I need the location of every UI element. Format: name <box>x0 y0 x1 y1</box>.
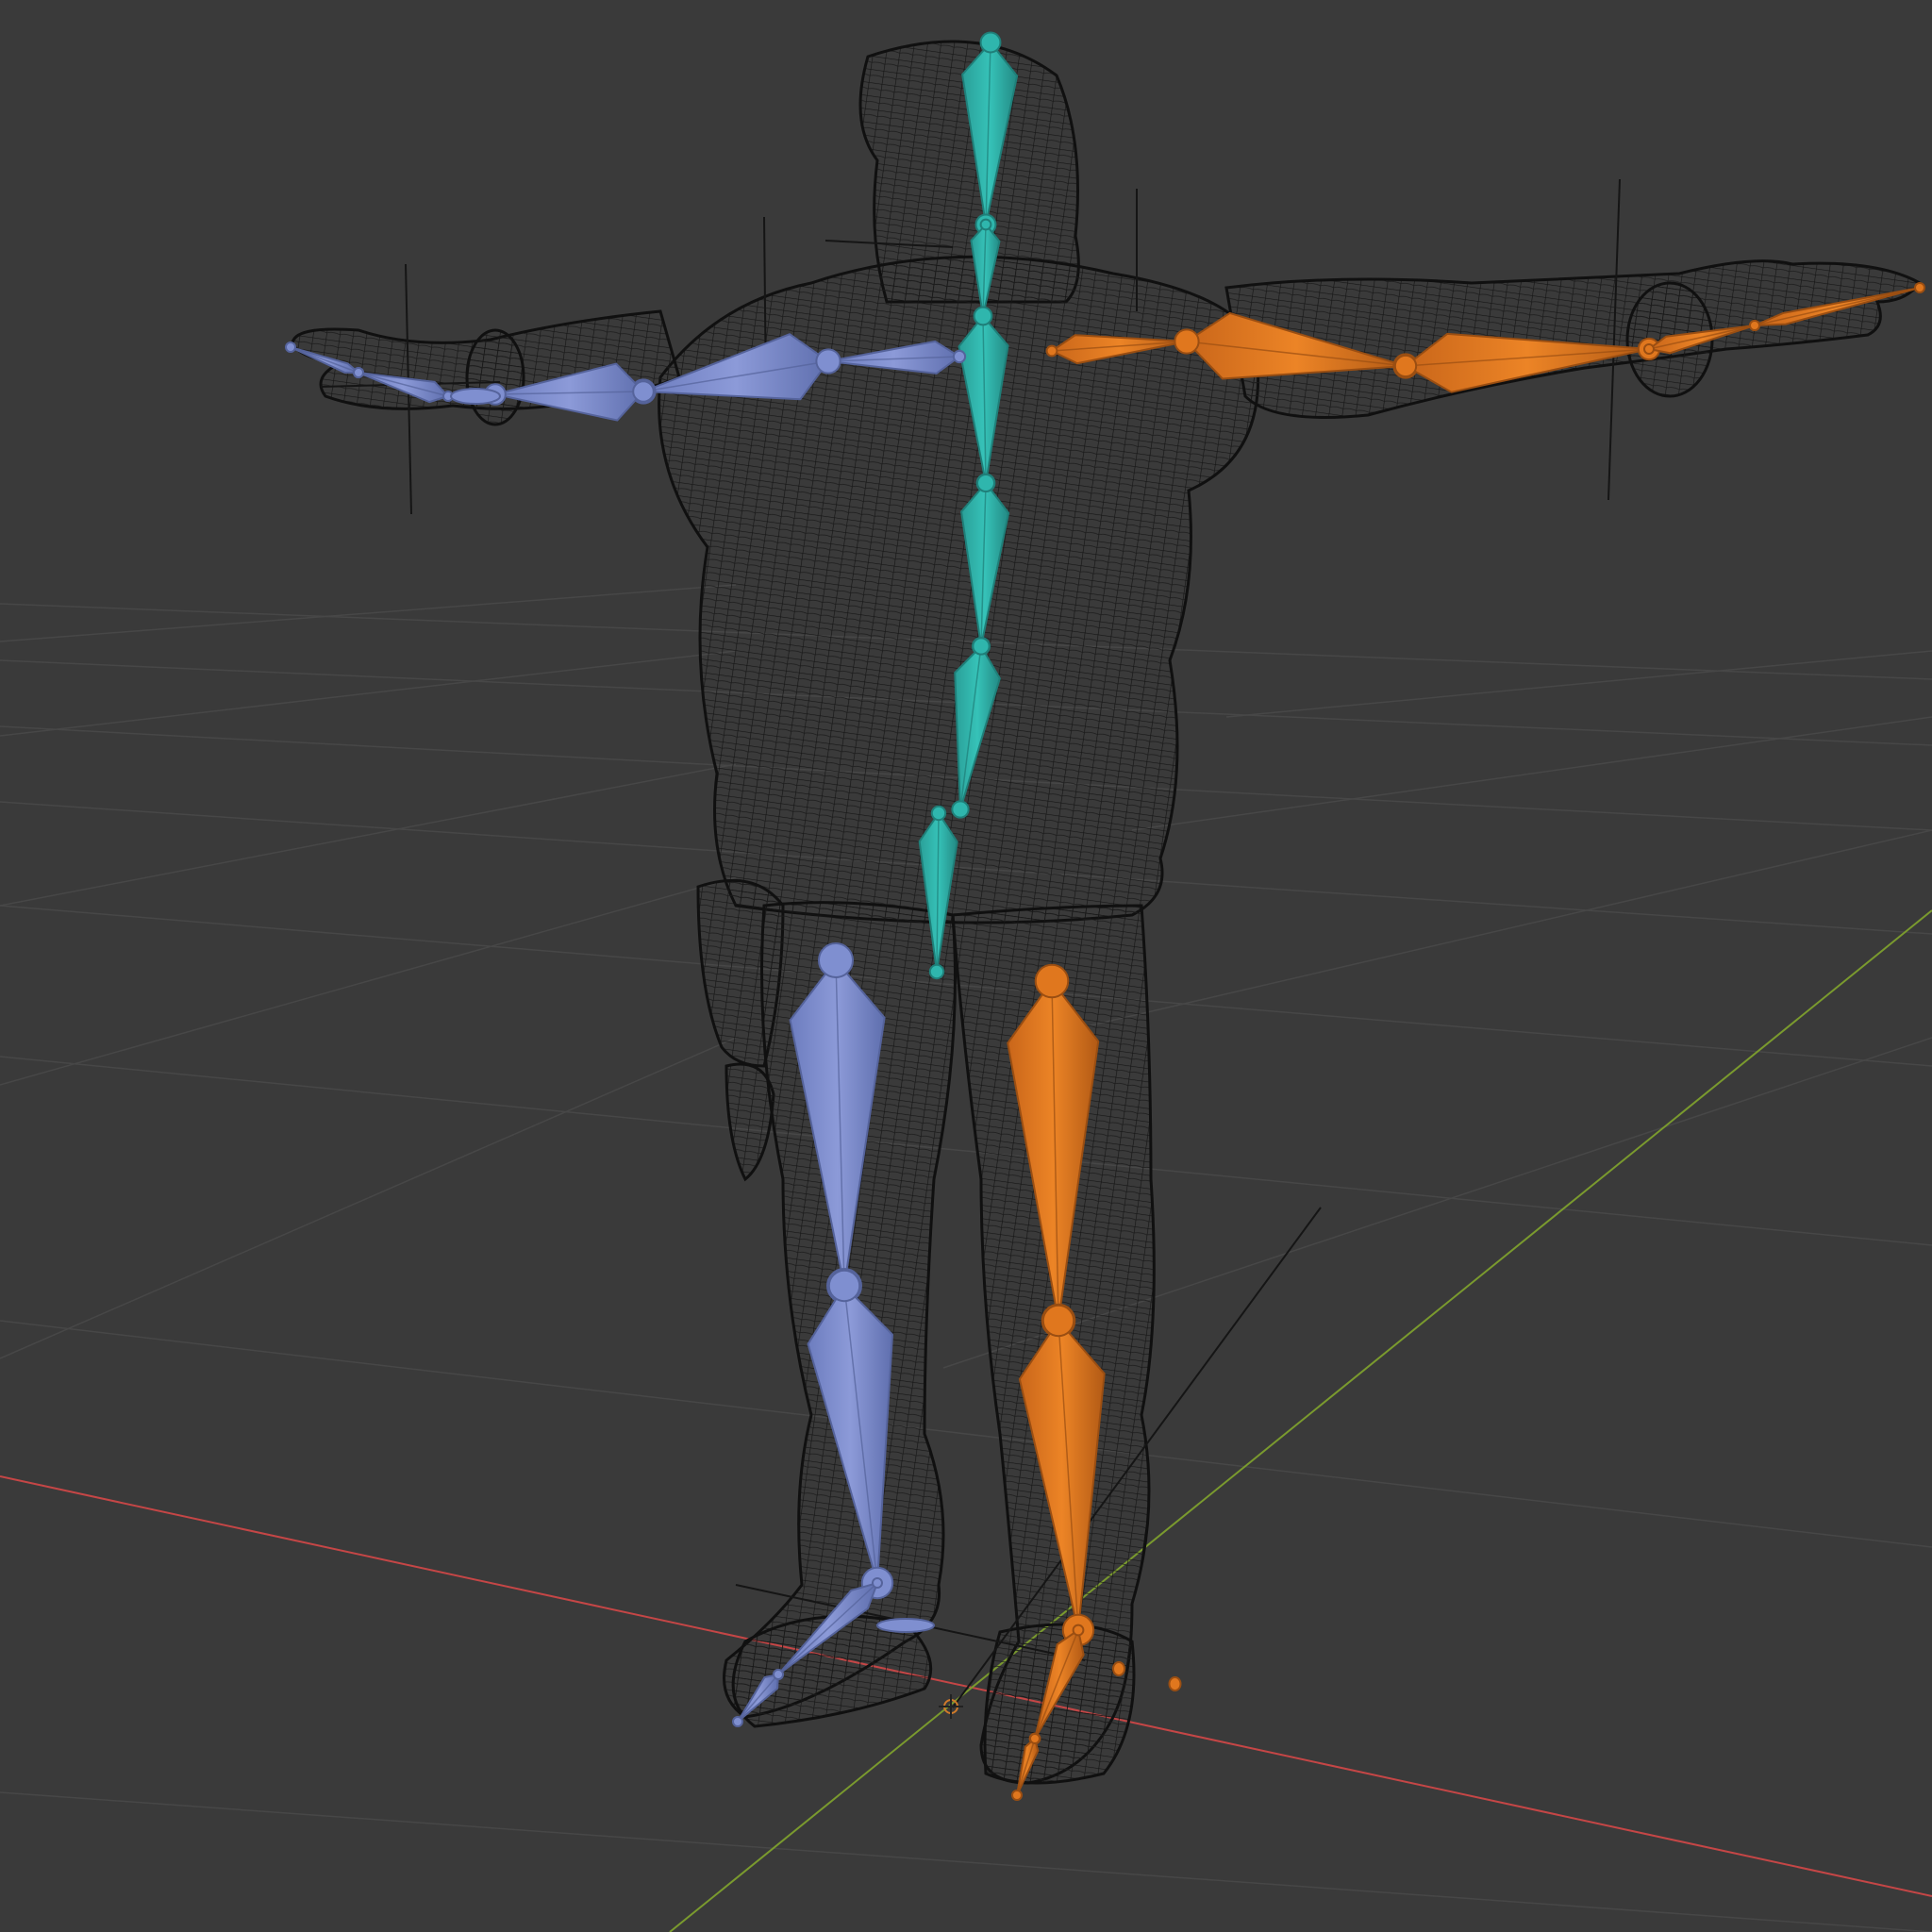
character-mesh[interactable] <box>291 40 1923 1785</box>
bone-right-ik-target[interactable] <box>1168 1676 1182 1691</box>
bone-left-fingers-tail-joint[interactable] <box>285 341 296 353</box>
bone-right-toe-head-joint[interactable] <box>1029 1733 1041 1744</box>
bone-spine-mid-head-joint[interactable] <box>976 474 995 492</box>
viewport-scene[interactable] <box>0 0 1932 1932</box>
x-axis-line <box>0 1475 1932 1897</box>
bone-right-thigh-head-joint[interactable] <box>1034 963 1070 999</box>
bone-pelvis-tail-joint[interactable] <box>928 963 945 980</box>
bone-left-shin-head-joint[interactable] <box>827 1269 861 1303</box>
bone-left-toe-head-joint[interactable] <box>773 1669 784 1680</box>
bone-right-forearm-head-joint[interactable] <box>1393 354 1418 378</box>
bone-left-foot-head-joint[interactable] <box>872 1577 883 1589</box>
bone-left-toe-tail-joint[interactable] <box>732 1716 743 1727</box>
bone-right-shin-head-joint[interactable] <box>1041 1304 1075 1338</box>
bone-left-thigh-head-joint[interactable] <box>818 942 854 978</box>
bone-left-hand-ik[interactable] <box>450 388 501 405</box>
3d-viewport[interactable] <box>0 0 1932 1932</box>
bone-right-upper-arm-head-joint[interactable] <box>1174 328 1200 355</box>
bone-right-heel[interactable] <box>1112 1661 1125 1676</box>
bone-left-heel[interactable] <box>876 1618 935 1633</box>
bone-right-toe-tail-joint[interactable] <box>1011 1790 1023 1801</box>
bone-right-clavicle-head-joint[interactable] <box>1045 344 1058 358</box>
bone-left-clavicle-head-joint[interactable] <box>952 349 967 364</box>
bone-left-forearm-head-joint[interactable] <box>632 380 655 403</box>
bone-pelvis-head-joint[interactable] <box>930 805 947 822</box>
bone-neck-head-joint[interactable] <box>979 218 992 231</box>
bone-spine-lower-head-joint[interactable] <box>972 637 991 656</box>
bone-right-foot-head-joint[interactable] <box>1072 1624 1085 1637</box>
bone-left-fingers-head-joint[interactable] <box>353 367 364 378</box>
bone-spine-lower-tail-joint[interactable] <box>951 800 970 819</box>
bone-right-hand-head-joint[interactable] <box>1643 343 1655 355</box>
bone-head-head-joint[interactable] <box>979 31 1002 54</box>
bone-right-fingers-tail-joint[interactable] <box>1914 282 1925 293</box>
bone-left-upper-arm-head-joint[interactable] <box>815 348 841 375</box>
bone-right-fingers-head-joint[interactable] <box>1749 320 1760 331</box>
bone-spine-upper-head-joint[interactable] <box>973 306 993 326</box>
